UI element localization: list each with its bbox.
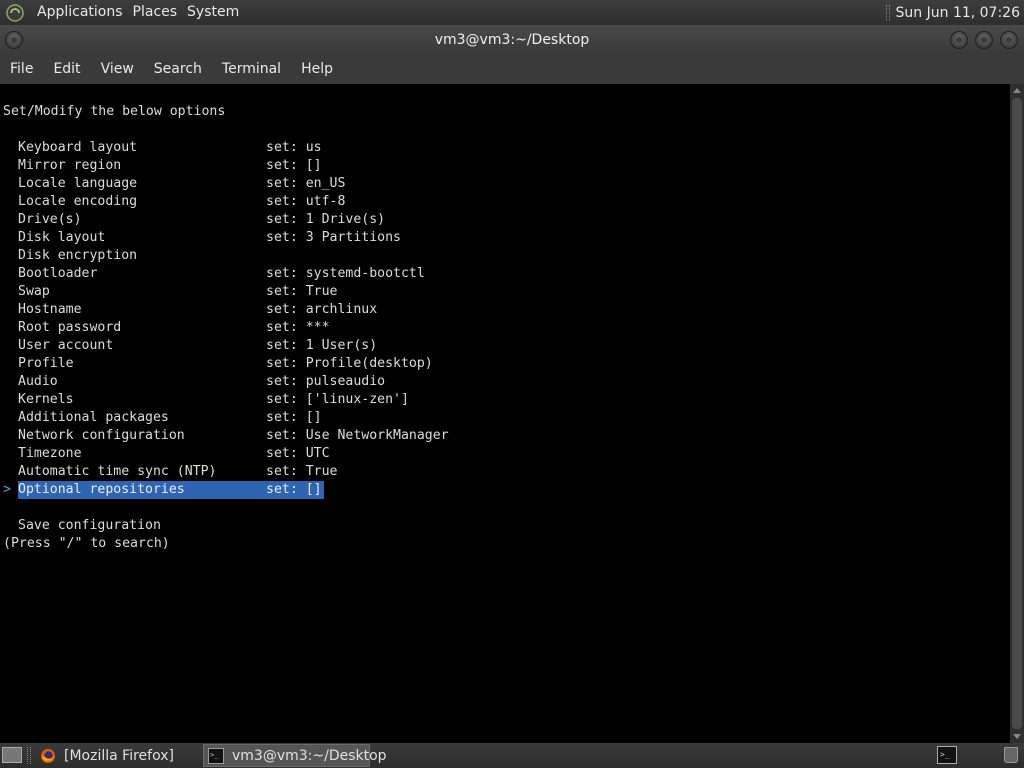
option-row[interactable]: Profile set: Profile(desktop): [3, 355, 1003, 373]
firefox-icon: [40, 748, 56, 764]
option-row[interactable]: Drive(s) set: 1 Drive(s): [3, 211, 1003, 229]
panel-drag-handle[interactable]: [885, 4, 890, 21]
option-row[interactable]: Root password set: ***: [3, 319, 1003, 337]
option-row[interactable]: Locale encoding set: utf-8: [3, 193, 1003, 211]
option-row[interactable]: Keyboard layout set: us: [3, 139, 1003, 157]
terminal-icon: >_: [208, 747, 224, 764]
option-label: Optional repositories: [18, 482, 185, 497]
option-value: set: True: [266, 284, 338, 299]
top-panel: Applications Places System Sun Jun 11, 0…: [0, 0, 1024, 25]
option-label: Profile: [18, 356, 74, 371]
option-row[interactable]: Locale language set: en_US: [3, 175, 1003, 193]
workspace-terminal-icon[interactable]: >_: [937, 746, 957, 764]
selection-cursor: >: [3, 482, 11, 497]
option-value: set: utf-8: [266, 194, 346, 209]
option-value: set: []: [266, 410, 322, 425]
option-value: set: pulseaudio: [266, 374, 386, 389]
option-value: set: archlinux: [266, 302, 378, 317]
option-label: Locale encoding: [18, 194, 138, 209]
option-value: set: []: [266, 158, 322, 173]
option-label: Bootloader: [18, 266, 98, 281]
show-desktop-icon[interactable]: [2, 747, 22, 763]
option-row[interactable]: Audio set: pulseaudio: [3, 373, 1003, 391]
option-value: set: Use NetworkManager: [266, 428, 449, 443]
scroll-up-arrow-icon[interactable]: [1013, 88, 1021, 93]
window-title: vm3@vm3:~/Desktop: [434, 32, 590, 48]
option-row[interactable]: Kernels set: ['linux-zen']: [3, 391, 1003, 409]
taskbar-item-firefox[interactable]: [Mozilla Firefox]: [36, 744, 200, 767]
option-value: set: UTC: [266, 446, 330, 461]
distro-logo-icon[interactable]: [6, 3, 24, 22]
option-value: set: 1 User(s): [266, 338, 378, 353]
terminal-header: Set/Modify the below options: [3, 104, 226, 119]
option-label: Drive(s): [18, 212, 82, 227]
option-label: Disk encryption: [18, 248, 138, 263]
option-row[interactable]: Disk layout set: 3 Partitions: [3, 229, 1003, 247]
close-button[interactable]: [1000, 31, 1018, 49]
option-label: Additional packages: [18, 410, 169, 425]
terminal-area[interactable]: Set/Modify the below options Keyboard la…: [0, 84, 1010, 743]
menu-terminal[interactable]: Terminal: [215, 55, 288, 84]
option-label: Audio: [18, 374, 58, 389]
taskbar-item-terminal[interactable]: >_ vm3@vm3:~/Desktop: [203, 744, 387, 767]
option-label: Keyboard layout: [18, 140, 138, 155]
option-row[interactable]: Swap set: True: [3, 283, 1003, 301]
menu-search[interactable]: Search: [147, 55, 209, 84]
clock[interactable]: Sun Jun 11, 07:26: [896, 5, 1024, 21]
window-menu-button[interactable]: [5, 31, 23, 49]
minimize-button[interactable]: [950, 31, 968, 49]
option-label: Hostname: [18, 302, 82, 317]
option-value: set: systemd-bootctl: [266, 266, 425, 281]
menu-view[interactable]: View: [94, 55, 141, 84]
option-row[interactable]: Network configuration set: Use NetworkMan…: [3, 427, 1003, 445]
menu-file[interactable]: File: [3, 55, 40, 84]
option-row[interactable]: Timezone set: UTC: [3, 445, 1003, 463]
menubar: File Edit View Search Terminal Help: [0, 55, 1024, 84]
option-row[interactable]: Hostname set: archlinux: [3, 301, 1003, 319]
taskbar-item-label: [Mozilla Firefox]: [64, 747, 174, 764]
applications-menu[interactable]: Applications: [32, 0, 128, 25]
trash-icon[interactable]: [1004, 747, 1018, 763]
terminal-scrollbar[interactable]: [1010, 84, 1024, 743]
option-row[interactable]: Automatic time sync (NTP) set: True: [3, 463, 1003, 481]
option-value: set: []: [266, 482, 322, 497]
option-value: set: 3 Partitions: [266, 230, 401, 245]
taskbar-item-label: vm3@vm3:~/Desktop: [232, 747, 387, 764]
panel-drag-handle[interactable]: [27, 747, 31, 764]
option-value: set: ***: [266, 320, 330, 335]
menu-edit[interactable]: Edit: [46, 55, 87, 84]
option-label: Swap: [18, 284, 50, 299]
window-titlebar[interactable]: vm3@vm3:~/Desktop: [0, 25, 1024, 55]
places-menu[interactable]: Places: [128, 0, 183, 25]
option-label: Automatic time sync (NTP): [18, 464, 217, 479]
option-label: Disk layout: [18, 230, 106, 245]
option-row[interactable]: Disk encryption: [3, 247, 1003, 265]
option-value: set: True: [266, 464, 338, 479]
system-menu[interactable]: System: [182, 0, 244, 25]
option-row[interactable]: Additional packages set: []: [3, 409, 1003, 427]
option-value: set: ['linux-zen']: [266, 392, 409, 407]
option-label: Kernels: [18, 392, 74, 407]
scroll-down-arrow-icon[interactable]: [1013, 734, 1021, 739]
option-row[interactable]: Bootloader set: systemd-bootctl: [3, 265, 1003, 283]
save-configuration-option[interactable]: Save configuration: [18, 517, 161, 535]
maximize-button[interactable]: [975, 31, 993, 49]
scroll-thumb[interactable]: [1012, 98, 1022, 729]
option-label: Locale language: [18, 176, 138, 191]
option-value: set: Profile(desktop): [266, 356, 433, 371]
option-label: Timezone: [18, 446, 82, 461]
option-label: Root password: [18, 320, 122, 335]
search-hint: (Press "/" to search): [3, 536, 170, 551]
option-label: Mirror region: [18, 158, 122, 173]
option-row[interactable]: > Optional repositories set: []: [3, 481, 1003, 499]
option-value: set: en_US: [266, 176, 346, 191]
option-row[interactable]: Mirror region set: []: [3, 157, 1003, 175]
bottom-panel: [Mozilla Firefox] >_ vm3@vm3:~/Desktop >…: [0, 743, 1024, 768]
option-label: User account: [18, 338, 114, 353]
menu-help[interactable]: Help: [294, 55, 340, 84]
option-value: set: us: [266, 140, 322, 155]
option-row[interactable]: User account set: 1 User(s): [3, 337, 1003, 355]
option-value: set: 1 Drive(s): [266, 212, 386, 227]
option-label: Network configuration: [18, 428, 185, 443]
